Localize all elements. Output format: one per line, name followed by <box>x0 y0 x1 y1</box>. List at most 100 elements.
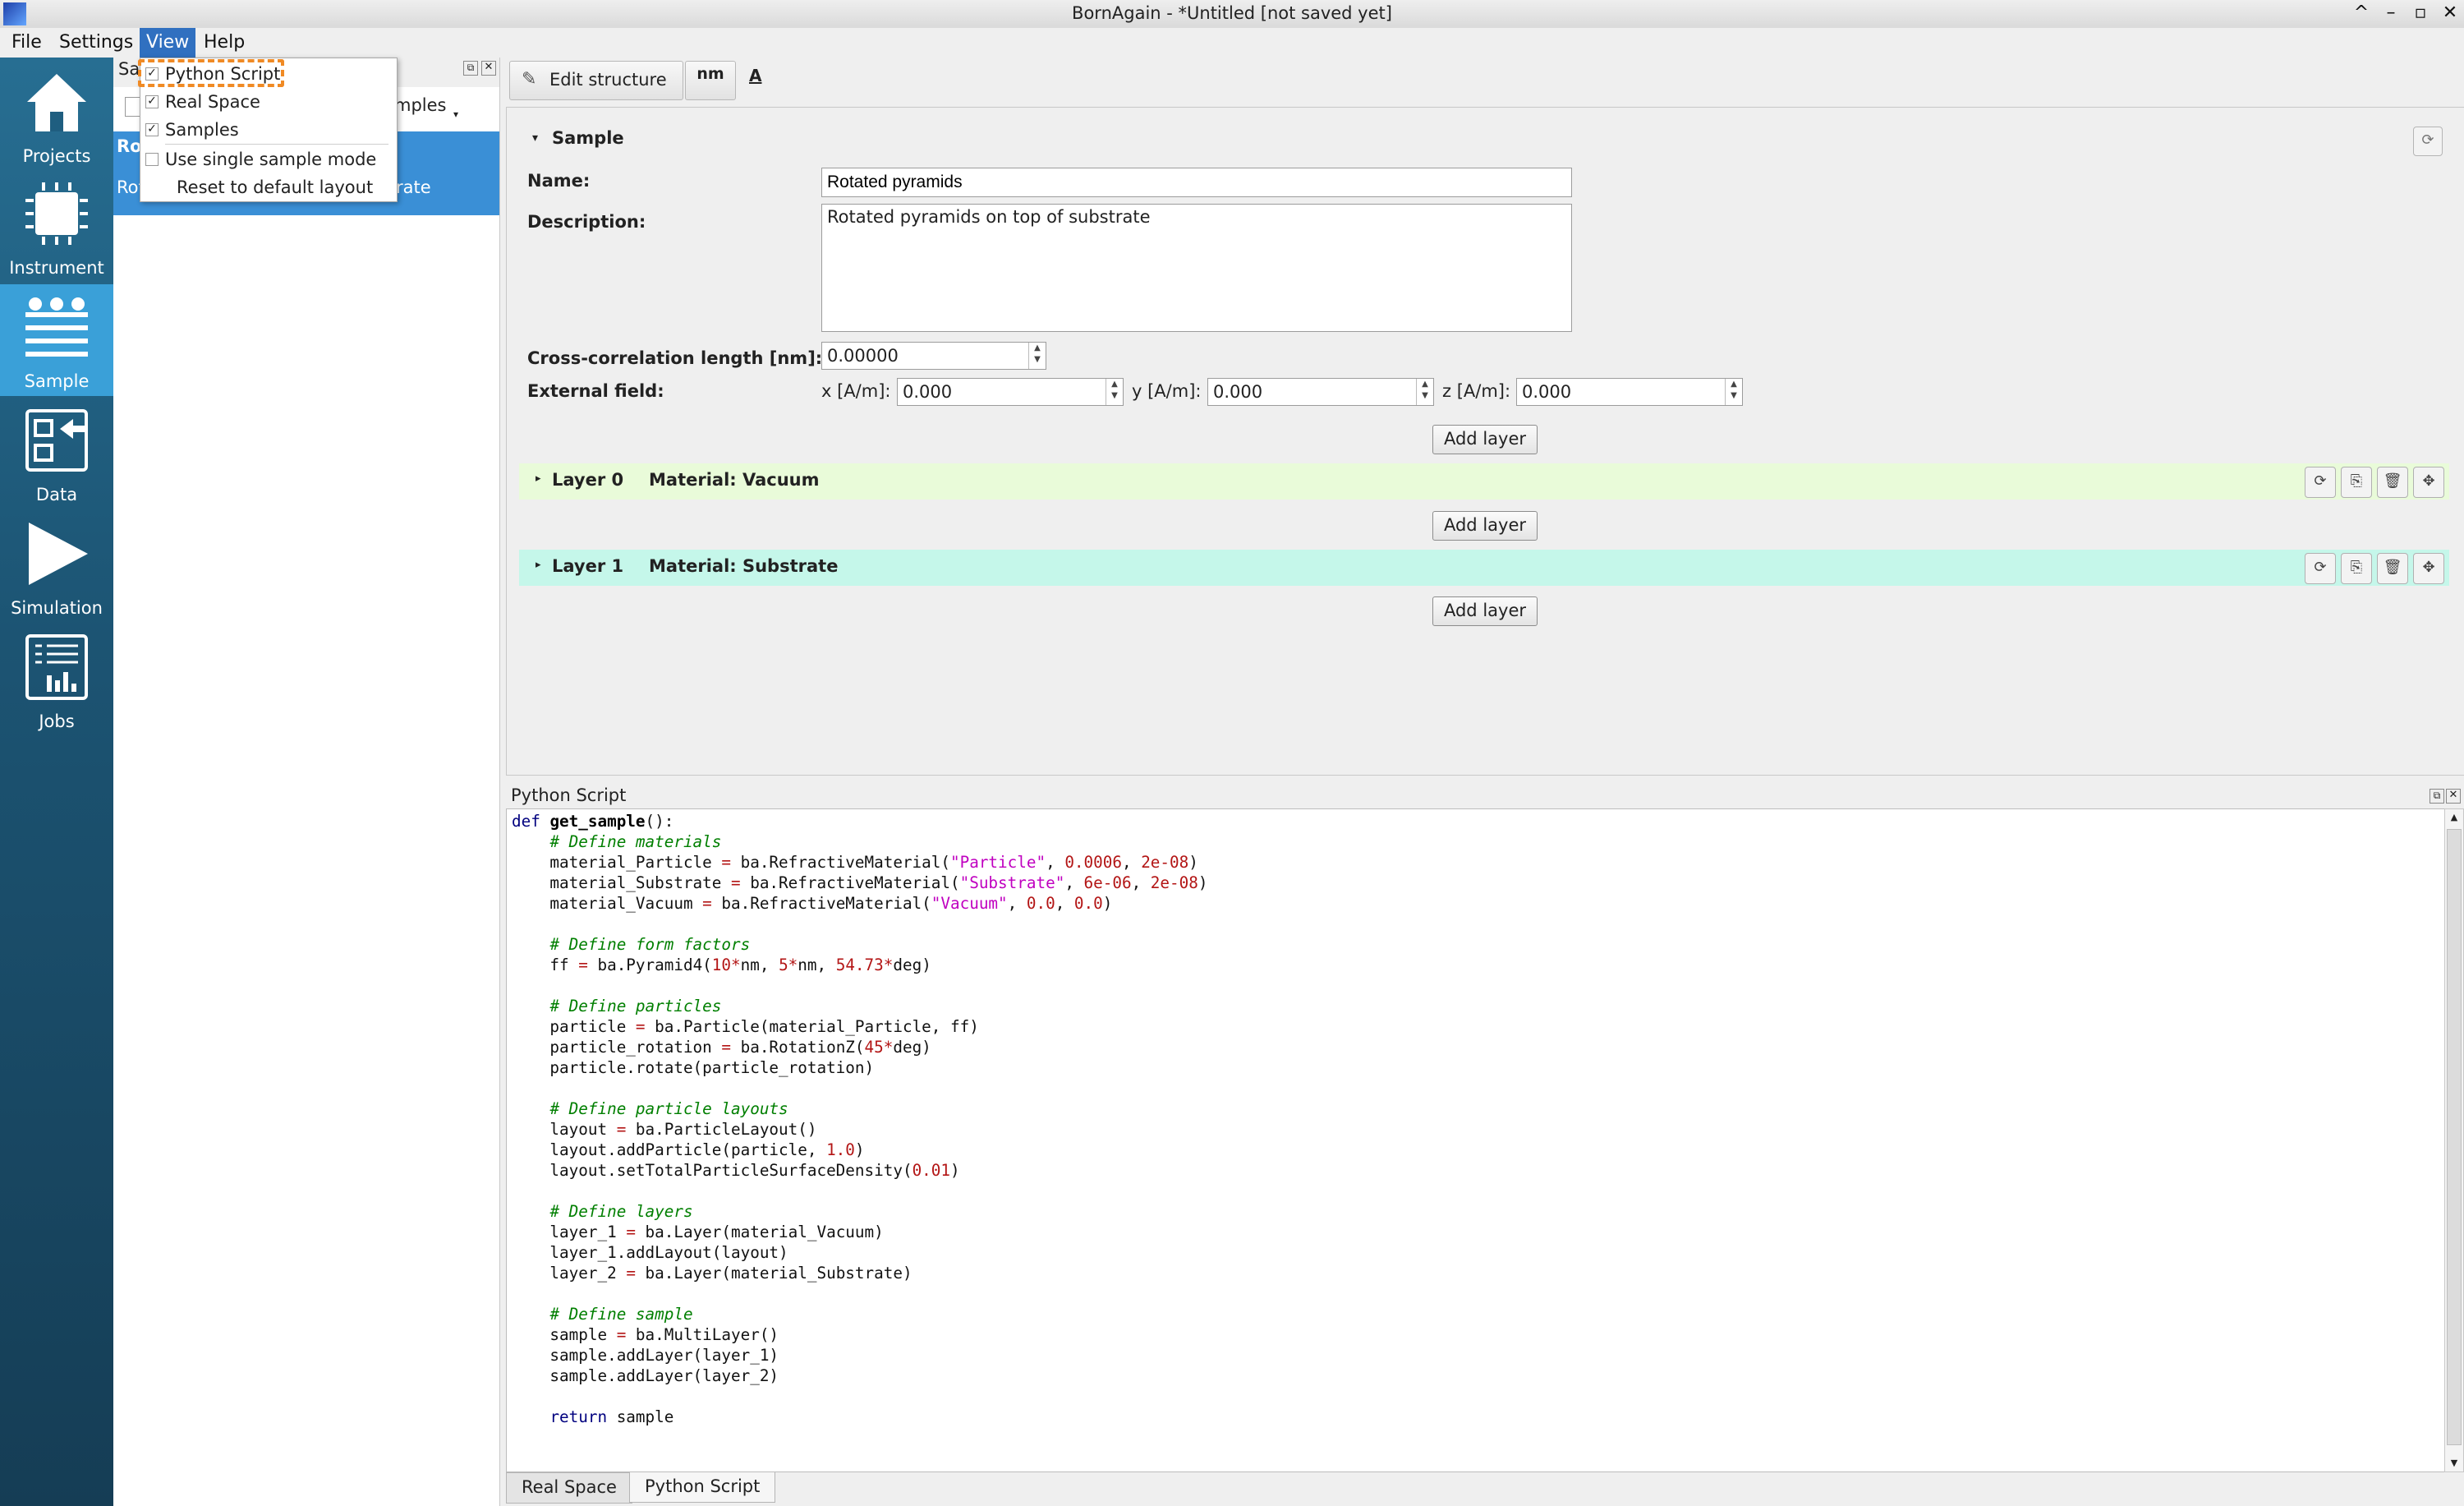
menu-view[interactable]: View <box>140 28 196 58</box>
cross-correlation-spinbox[interactable]: 0.00000 ▲ ▼ <box>821 342 1046 370</box>
menu-help[interactable]: Help <box>197 28 251 58</box>
sidebar-item-label: Data <box>35 485 78 504</box>
layer-tools: ⟳ ⎘ 🗑 ✥ <box>2300 553 2444 584</box>
sidebar-item-label: Simulation <box>11 598 103 618</box>
external-field-label: External field: <box>527 381 664 401</box>
spin-arrows-icon[interactable]: ▲ ▼ <box>1725 379 1742 405</box>
menu-item-real-space[interactable]: ✓ Real Space <box>140 88 397 116</box>
add-layer-button[interactable]: Add layer <box>1432 425 1538 454</box>
layer-row-1[interactable]: ▸ Layer 1 Material: Substrate ⟳ ⎘ 🗑 ✥ <box>519 550 2449 586</box>
dock-close-icon[interactable]: ✕ <box>2446 789 2461 804</box>
sample-item-description-tail: rate <box>396 177 431 197</box>
chip-icon <box>25 182 88 245</box>
field-y-spinbox[interactable]: 0.000 ▲ ▼ <box>1207 378 1434 406</box>
font-size-icon[interactable]: A <box>749 66 761 85</box>
spin-arrows-icon[interactable]: ▲ ▼ <box>1416 379 1433 405</box>
expand-triangle-icon[interactable]: ▸ <box>536 472 541 485</box>
layer-name: Layer 0 <box>552 470 624 490</box>
sidebar-item-instrument[interactable]: Instrument <box>0 171 113 283</box>
tab-real-space[interactable]: Real Space <box>506 1472 632 1504</box>
examples-button-label[interactable]: mples <box>394 95 446 115</box>
sample-description-textarea[interactable]: Rotated pyramids on top of substrate <box>821 204 1572 332</box>
sidebar-item-jobs[interactable]: Jobs <box>0 624 113 736</box>
tab-python-script[interactable]: Python Script <box>629 1472 776 1503</box>
window-shade-button[interactable]: ^ <box>2347 0 2375 26</box>
samples-dock <box>113 58 500 1506</box>
scroll-down-icon[interactable]: ▼ <box>2445 1455 2463 1471</box>
menu-item-label: Samples <box>165 120 239 140</box>
duplicate-icon[interactable]: ⎘ <box>2341 553 2372 584</box>
python-dock-header: Python Script ⧉ ✕ <box>506 782 2464 808</box>
trash-icon[interactable]: 🗑 <box>2377 553 2408 584</box>
menu-item-label: Real Space <box>165 92 260 112</box>
python-scrollbar[interactable]: ▲ ▼ <box>2444 808 2464 1472</box>
python-script-viewer[interactable]: def get_sample(): # Define materials mat… <box>506 808 2446 1472</box>
annotation-highlight-box <box>138 59 284 87</box>
sidebar-item-data[interactable]: Data <box>0 398 113 509</box>
dock-float-icon[interactable]: ⧉ <box>463 61 478 76</box>
sidebar-item-label: Projects <box>22 146 91 166</box>
layer-material: Material: Substrate <box>649 556 839 576</box>
sample-section-title: Sample <box>552 128 624 148</box>
sample-item-name: Ro <box>117 136 142 156</box>
field-y-value: 0.000 <box>1213 382 1263 402</box>
trash-icon[interactable]: 🗑 <box>2377 467 2408 498</box>
sample-3d-view-icon[interactable]: ⟳ <box>2413 127 2443 156</box>
python-dock-title: Python Script <box>511 785 627 805</box>
window-close-button[interactable]: ✕ <box>2436 0 2464 26</box>
layer-row-0[interactable]: ▸ Layer 0 Material: Vacuum ⟳ ⎘ 🗑 ✥ <box>519 463 2449 500</box>
window-title: BornAgain - *Untitled [not saved yet] <box>1072 3 1392 23</box>
field-z-label: z [A/m]: <box>1442 381 1511 401</box>
move-icon[interactable]: ✥ <box>2413 553 2444 584</box>
edit-structure-button[interactable]: ✎ Edit structure <box>509 61 683 100</box>
layer-name: Layer 1 <box>552 556 624 576</box>
sample-name-input[interactable] <box>821 168 1572 197</box>
add-layer-button[interactable]: Add layer <box>1432 511 1538 541</box>
field-x-spinbox[interactable]: 0.000 ▲ ▼ <box>897 378 1124 406</box>
chevron-down-icon: ▾ <box>453 108 459 120</box>
spin-arrows-icon[interactable]: ▲ ▼ <box>1028 343 1046 369</box>
duplicate-icon[interactable]: ⎘ <box>2341 467 2372 498</box>
menu-item-reset-layout[interactable]: Reset to default layout <box>140 173 397 201</box>
checkbox-checked-icon: ✓ <box>145 123 159 136</box>
play-icon <box>29 523 88 585</box>
sidebar-item-simulation[interactable]: Simulation <box>0 511 113 623</box>
jobs-chart-icon <box>25 634 88 700</box>
scrollbar-thumb[interactable] <box>2447 829 2462 1445</box>
dock-float-icon[interactable]: ⧉ <box>2430 789 2444 804</box>
checkbox-unchecked-icon <box>145 153 159 166</box>
cross-correlation-value: 0.00000 <box>827 346 899 366</box>
layer-material: Material: Vacuum <box>649 470 820 490</box>
dock-close-icon[interactable]: ✕ <box>481 61 496 76</box>
menu-item-samples[interactable]: ✓ Samples <box>140 116 397 144</box>
checkbox-checked-icon: ✓ <box>145 95 159 108</box>
window-maximize-button[interactable]: ▫ <box>2407 0 2434 26</box>
menu-item-single-sample-mode[interactable]: Use single sample mode <box>140 145 397 173</box>
menu-bar <box>0 28 2464 58</box>
rotate-3d-icon[interactable]: ⟳ <box>2305 467 2336 498</box>
collapse-triangle-icon[interactable]: ▾ <box>532 131 538 145</box>
scroll-up-icon[interactable]: ▲ <box>2445 809 2463 826</box>
rotate-3d-icon[interactable]: ⟳ <box>2305 553 2336 584</box>
move-icon[interactable]: ✥ <box>2413 467 2444 498</box>
sample-layers-icon <box>25 297 88 357</box>
expand-triangle-icon[interactable]: ▸ <box>536 559 541 571</box>
edit-structure-label: Edit structure <box>549 70 667 90</box>
menu-item-label: Use single sample mode <box>165 150 377 169</box>
add-layer-button[interactable]: Add layer <box>1432 596 1538 626</box>
units-nm-button[interactable]: nm <box>685 61 736 100</box>
window-minimize-button[interactable]: – <box>2377 0 2405 26</box>
field-y-label: y [A/m]: <box>1132 381 1202 401</box>
sidebar-item-label: Sample <box>24 371 90 391</box>
sidebar-item-sample[interactable]: Sample <box>0 284 113 396</box>
units-nm-label: nm <box>696 65 724 83</box>
menu-file[interactable]: File <box>5 28 48 58</box>
field-z-spinbox[interactable]: 0.000 ▲ ▼ <box>1516 378 1743 406</box>
menu-separator <box>165 144 388 145</box>
sidebar-item-label: Instrument <box>9 258 104 278</box>
description-label: Description: <box>527 212 646 232</box>
sidebar-item-projects[interactable]: Projects <box>0 59 113 171</box>
menu-item-label: Reset to default layout <box>177 177 374 197</box>
spin-arrows-icon[interactable]: ▲ ▼ <box>1106 379 1123 405</box>
menu-settings[interactable]: Settings <box>53 28 140 58</box>
